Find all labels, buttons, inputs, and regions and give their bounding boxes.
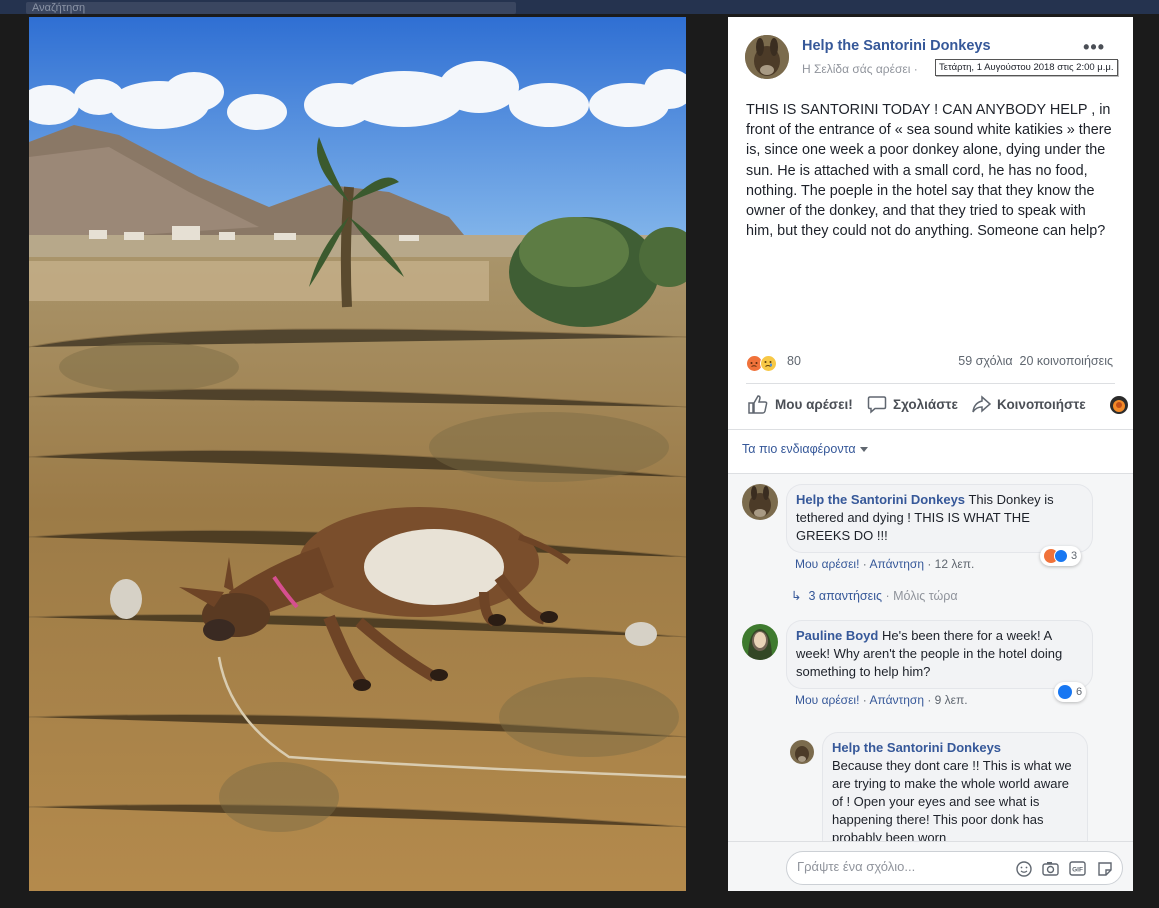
comment-bubble: Pauline Boyd He's been there for a week!… (786, 620, 1093, 689)
donkey-photo-image (29, 17, 686, 891)
share-as-avatar-icon[interactable] (1110, 396, 1128, 414)
emoji-icon[interactable] (1014, 859, 1033, 878)
page-name-link[interactable]: Help the Santorini Donkeys (802, 38, 991, 54)
comment-reactions[interactable]: 6 (1054, 682, 1087, 702)
comment: Help the Santorini Donkeys This Donkey i… (728, 474, 1133, 614)
search-input[interactable]: Αναζήτηση (26, 2, 516, 14)
timestamp-tooltip: Τετάρτη, 1 Αυγούστου 2018 στις 2:00 μ.μ. (935, 59, 1118, 76)
share-button[interactable]: Κοινοποιήστε (971, 394, 1086, 414)
commenter-avatar[interactable] (790, 740, 814, 764)
comment-reply-link[interactable]: Απάντηση (869, 557, 924, 571)
comment-reply-link[interactable]: Απάντηση (869, 693, 924, 707)
comment-time[interactable]: 9 λεπ. (935, 693, 968, 707)
comment-like-link[interactable]: Μου αρέσει! (795, 557, 859, 571)
comment-author-link[interactable]: Pauline Boyd (796, 628, 878, 643)
sort-label: Τα πιο ενδιαφέροντα (742, 442, 856, 456)
like-button-label: Μου αρέσει! (775, 396, 853, 412)
thumbs-up-icon (748, 395, 768, 414)
comment-button[interactable]: Σχολιάστε (867, 394, 958, 414)
comment-time[interactable]: 12 λεπ. (935, 557, 975, 571)
share-icon (972, 395, 991, 413)
divider (728, 429, 1133, 430)
page-avatar-image (745, 35, 789, 79)
replies-count: 3 απαντήσεις (808, 589, 882, 603)
page-avatar[interactable] (745, 35, 789, 79)
comment-meta: Μου αρέσει! · Απάντηση · 9 λεπ. (795, 693, 968, 707)
comment-like-link[interactable]: Μου αρέσει! (795, 693, 859, 707)
commenter-avatar[interactable] (742, 484, 778, 520)
post-text: THIS IS SANTORINI TODAY ! CAN ANYBODY HE… (746, 102, 1112, 240)
comment-text: Because they dont care !! This is what w… (832, 758, 1072, 841)
comment-button-label: Σχολιάστε (893, 396, 958, 412)
composer-icons: GIF (1014, 859, 1114, 878)
sad-reaction-icon[interactable] (760, 355, 777, 372)
comment-author-link[interactable]: Help the Santorini Donkeys (796, 492, 965, 507)
svg-text:GIF: GIF (1072, 867, 1083, 874)
comment-bubble: Help the Santorini Donkeys Because they … (822, 732, 1088, 841)
comments-list[interactable]: Help the Santorini Donkeys This Donkey i… (728, 473, 1133, 841)
comment-input-box[interactable]: GIF (786, 851, 1123, 885)
comment-input[interactable] (797, 859, 1007, 874)
reply-comment: Help the Santorini Donkeys Because they … (728, 732, 1133, 841)
facebook-topbar: Αναζήτηση (0, 0, 1159, 14)
comment: Pauline Boyd He's been there for a week!… (728, 614, 1133, 724)
divider (746, 383, 1115, 384)
camera-icon[interactable] (1041, 859, 1060, 878)
more-options-icon[interactable]: ••• (1083, 37, 1105, 58)
shares-count-link[interactable]: 20 κοινοποιήσεις (1020, 354, 1113, 368)
post-actions: Μου αρέσει! Σχολιάστε Κοινοποιήστε (746, 392, 1128, 422)
share-button-label: Κοινοποιήστε (997, 396, 1086, 412)
post-panel: Help the Santorini Donkeys Η Σελίδα σάς … (728, 17, 1133, 891)
comment-meta: Μου αρέσει! · Απάντηση · 12 λεπ. (795, 557, 975, 571)
post-photo[interactable] (29, 17, 686, 891)
like-reaction-icon (1058, 685, 1072, 699)
like-button[interactable]: Μου αρέσει! (747, 394, 853, 414)
comment-icon (867, 396, 887, 414)
gif-icon[interactable]: GIF (1068, 859, 1087, 878)
comment-bubble: Help the Santorini Donkeys This Donkey i… (786, 484, 1093, 553)
view-replies-link[interactable]: ↳ 3 απαντήσεις · Μόλις τώρα (791, 588, 958, 603)
reaction-count[interactable]: 80 (787, 354, 801, 368)
like-reaction-icon (1054, 549, 1068, 563)
commenter-avatar[interactable] (742, 624, 778, 660)
comment-author-link[interactable]: Help the Santorini Donkeys (832, 739, 1078, 757)
comments-sort-dropdown[interactable]: Τα πιο ενδιαφέροντα (742, 442, 868, 456)
post-stats[interactable]: 59 σχόλια 20 κοινοποιήσεις (958, 354, 1113, 368)
chevron-down-icon (859, 447, 868, 453)
page-liked-status: Η Σελίδα σάς αρέσει · (802, 62, 918, 76)
comment-reaction-count: 6 (1076, 686, 1083, 698)
comment-composer: GIF (728, 841, 1133, 891)
comment-reactions[interactable]: 3 (1040, 546, 1082, 566)
comment-reaction-count: 3 (1071, 550, 1078, 562)
replies-time: · Μόλις τώρα (885, 589, 958, 603)
post-header: Help the Santorini Donkeys Η Σελίδα σάς … (745, 35, 1118, 85)
sticker-icon[interactable] (1095, 859, 1114, 878)
reply-arrow-icon: ↳ (791, 589, 802, 603)
comments-count-link[interactable]: 59 σχόλια (958, 354, 1012, 368)
reactions-summary: 80 59 σχόλια 20 κοινοποιήσεις (746, 351, 1115, 375)
